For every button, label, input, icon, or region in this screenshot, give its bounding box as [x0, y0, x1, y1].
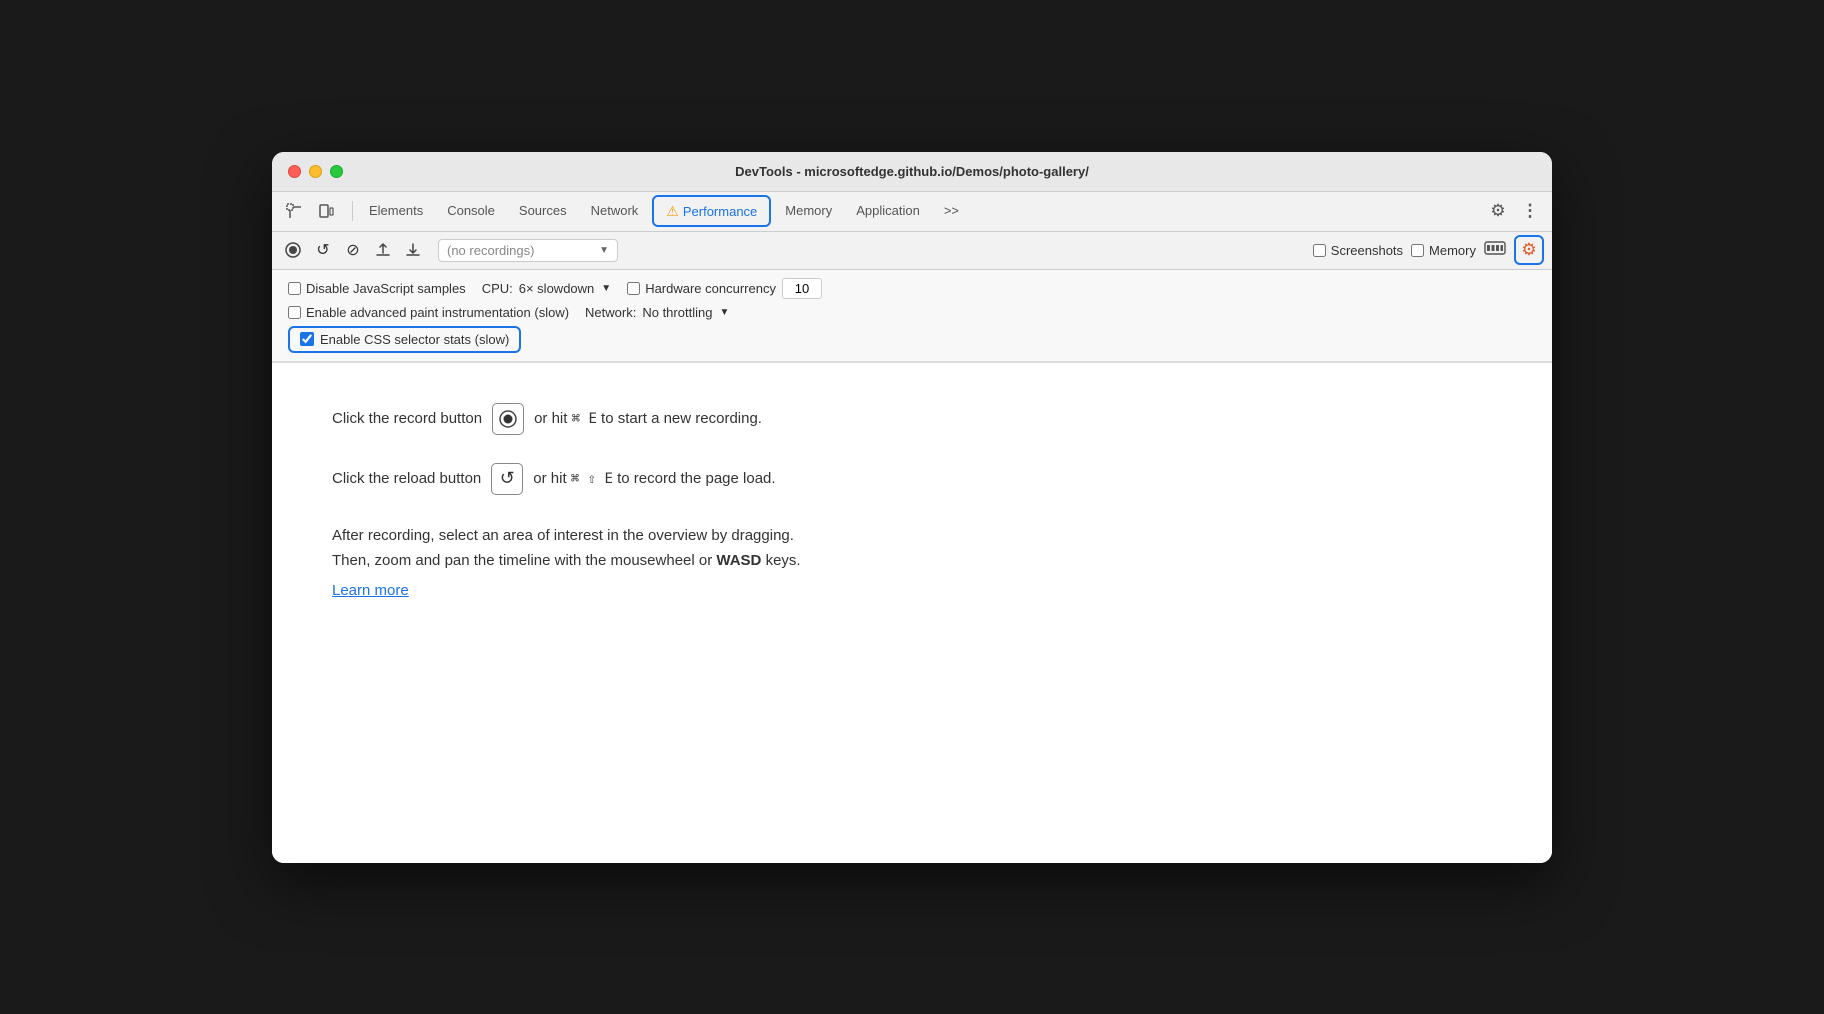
- upload-button[interactable]: [370, 237, 396, 263]
- network-dropdown-icon: ▼: [719, 307, 729, 318]
- disable-js-samples-label[interactable]: Disable JavaScript samples: [288, 281, 466, 296]
- tab-memory[interactable]: Memory: [773, 191, 844, 231]
- tab-actions: ⚙ ⋮: [1484, 197, 1544, 225]
- hw-concurrency-checkbox[interactable]: [627, 282, 640, 295]
- clear-button[interactable]: ⊘: [340, 237, 366, 263]
- settings-icon[interactable]: ⚙: [1484, 197, 1512, 225]
- dropdown-arrow-icon: ▼: [599, 245, 609, 256]
- cpu-throttling-select[interactable]: 6× slowdown ▼: [519, 281, 611, 296]
- record-button-illustration: [492, 403, 524, 435]
- tab-performance[interactable]: ⚠ Performance: [652, 195, 771, 227]
- performance-toolbar: ↺ ⊘ (no recordings) ▼: [272, 232, 1552, 270]
- main-content: Click the record button or hit ⌘ E to st…: [272, 363, 1552, 863]
- devtools-window: DevTools - microsoftedge.github.io/Demos…: [272, 152, 1552, 863]
- devtools-body: Elements Console Sources Network ⚠ Perfo…: [272, 192, 1552, 863]
- enable-css-selector-label[interactable]: Enable CSS selector stats (slow): [288, 326, 521, 353]
- description-line1: After recording, select an area of inter…: [332, 523, 1492, 549]
- window-title: DevTools - microsoftedge.github.io/Demos…: [735, 164, 1089, 179]
- download-button[interactable]: [400, 237, 426, 263]
- toolbar-right: Screenshots Memory ⚙: [1313, 235, 1544, 265]
- maximize-button[interactable]: [330, 165, 343, 178]
- cpu-dropdown-icon: ▼: [601, 283, 611, 294]
- settings-row-2: Enable advanced paint instrumentation (s…: [288, 305, 1536, 320]
- close-button[interactable]: [288, 165, 301, 178]
- memory-checkbox[interactable]: [1411, 244, 1424, 257]
- description-line2: Then, zoom and pan the timeline with the…: [332, 548, 1492, 574]
- settings-row-1: Disable JavaScript samples CPU: 6× slowd…: [288, 278, 1536, 299]
- cpu-control: CPU: 6× slowdown ▼: [482, 281, 612, 296]
- tab-overflow[interactable]: >>: [932, 191, 971, 231]
- enable-css-selector-checkbox[interactable]: [300, 332, 314, 346]
- settings-row-3: Enable CSS selector stats (slow): [288, 326, 1536, 353]
- performance-warning-icon: ⚠: [666, 203, 679, 220]
- enable-advanced-paint-checkbox[interactable]: [288, 306, 301, 319]
- tab-application[interactable]: Application: [844, 191, 932, 231]
- tab-network[interactable]: Network: [579, 191, 651, 231]
- hw-concurrency-label[interactable]: Hardware concurrency: [627, 281, 776, 296]
- memory-stats-icon[interactable]: [1484, 239, 1506, 262]
- record-button[interactable]: [280, 237, 306, 263]
- learn-more-link[interactable]: Learn more: [332, 578, 1492, 604]
- reload-button-illustration: ↺: [491, 463, 523, 495]
- gear-settings-button[interactable]: ⚙: [1514, 235, 1544, 265]
- instruction-record: Click the record button or hit ⌘ E to st…: [332, 403, 1492, 435]
- hw-concurrency-input[interactable]: [782, 278, 822, 299]
- network-throttling-select[interactable]: No throttling ▼: [642, 305, 729, 320]
- enable-advanced-paint-label[interactable]: Enable advanced paint instrumentation (s…: [288, 305, 569, 320]
- description-block: After recording, select an area of inter…: [332, 523, 1492, 604]
- tab-bar: Elements Console Sources Network ⚠ Perfo…: [272, 192, 1552, 232]
- device-toolbar-icon[interactable]: [312, 197, 340, 225]
- traffic-lights: [288, 165, 343, 178]
- more-options-icon[interactable]: ⋮: [1516, 197, 1544, 225]
- reload-button[interactable]: ↺: [310, 237, 336, 263]
- screenshots-checkbox[interactable]: [1313, 244, 1326, 257]
- tab-elements[interactable]: Elements: [357, 191, 435, 231]
- disable-js-samples-checkbox[interactable]: [288, 282, 301, 295]
- minimize-button[interactable]: [309, 165, 322, 178]
- instruction-reload: Click the reload button ↺ or hit ⌘ ⇧ E t…: [332, 463, 1492, 495]
- memory-checkbox-label[interactable]: Memory: [1411, 243, 1476, 258]
- hw-concurrency-control: Hardware concurrency: [627, 278, 822, 299]
- tab-separator: [352, 201, 353, 221]
- recordings-dropdown[interactable]: (no recordings) ▼: [438, 239, 618, 262]
- tab-sources[interactable]: Sources: [507, 191, 579, 231]
- network-control: Network: No throttling ▼: [585, 305, 729, 320]
- settings-area: Disable JavaScript samples CPU: 6× slowd…: [272, 270, 1552, 362]
- tab-console[interactable]: Console: [435, 191, 507, 231]
- inspect-element-icon[interactable]: [280, 197, 308, 225]
- titlebar: DevTools - microsoftedge.github.io/Demos…: [272, 152, 1552, 192]
- tab-icons: [280, 197, 340, 225]
- screenshots-checkbox-label[interactable]: Screenshots: [1313, 243, 1403, 258]
